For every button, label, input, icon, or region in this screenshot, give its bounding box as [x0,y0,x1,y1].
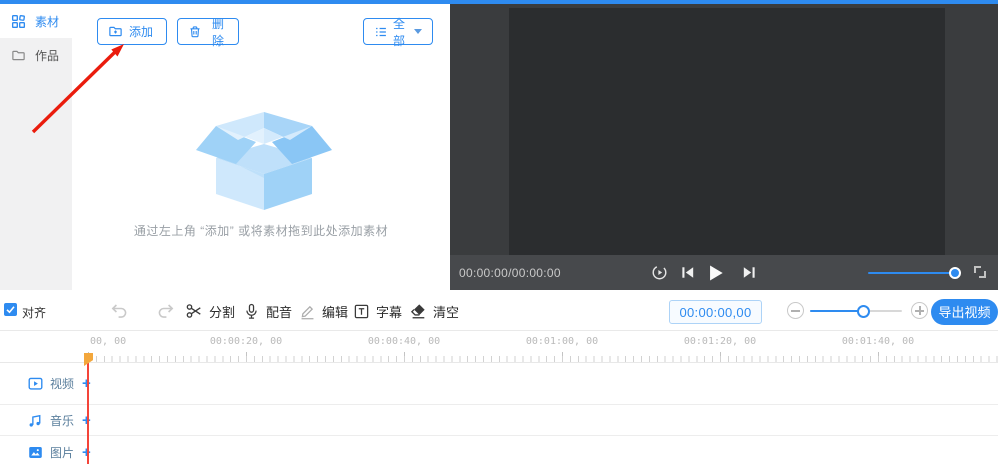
clear-tool[interactable]: 清空 [409,301,459,321]
track-name: 音乐 [50,413,75,428]
ruler-label: 00:00:40, 00 [367,336,441,347]
add-button-label: 添加 [129,25,154,39]
align-checkbox[interactable] [4,303,17,316]
dub-tool[interactable]: 配音 [243,301,292,321]
align-label: 对齐 [22,306,47,320]
image-track-label: 图片 + [27,444,91,461]
music-track-label: 音乐 + [27,412,91,429]
image-track-lane[interactable]: 图片 + [0,436,998,464]
eraser-icon [409,302,427,320]
redo-icon[interactable] [156,300,177,321]
playback-time: 00:00:00/00:00:00 [459,266,561,280]
video-track-label: 视频 + [27,375,91,392]
grid-icon [11,14,26,29]
subtitle-label: 字幕 [376,304,403,320]
scissors-icon [185,302,203,320]
empty-box-illustration [194,106,334,211]
video-track-icon [27,375,44,392]
image-track-icon [27,444,44,461]
filter-selected-label: 全部 [393,16,406,48]
ruler-label: 00:01:00, 00 [525,336,599,347]
edit-tool[interactable]: 编辑 [299,301,348,321]
music-track-icon [27,412,44,429]
ruler-label: 00:01:40, 00 [841,336,915,347]
loop-play-icon[interactable] [650,263,669,282]
annotation-arrow [31,44,124,134]
edit-label: 编辑 [322,304,349,320]
preview-panel: 00:00:00/00:00:00 [450,4,998,290]
pencil-icon [299,303,316,320]
delete-button-label: 删除 [211,16,224,48]
sidebar-item-label: 素材 [35,14,60,29]
dub-label: 配音 [266,304,293,320]
timeline-zoom-knob[interactable] [857,305,870,318]
clear-label: 清空 [433,304,460,320]
ruler-label: 00:00:20, 00 [209,336,283,347]
playhead-line [87,363,89,464]
timeline-ruler[interactable]: 00, 00 00:00:20, 00 00:00:40, 00 00:01:0… [0,331,998,363]
subtitle-icon [353,303,370,320]
fullscreen-icon[interactable] [974,266,986,278]
play-icon[interactable] [704,262,726,284]
timeline-toolbar: 对齐 分割 配音 编辑 字幕 清空 00:00:00,00 导出视频 [0,290,998,331]
timeline-zoom-slider-fill [810,310,862,312]
track-name: 图片 [50,445,75,460]
subtitle-tool[interactable]: 字幕 [353,301,402,321]
split-tool[interactable]: 分割 [185,301,235,321]
current-time-display[interactable]: 00:00:00,00 [669,300,762,324]
track-name: 视频 [50,377,75,391]
next-frame-icon[interactable] [740,263,759,282]
delete-button[interactable]: 删除 [177,17,239,48]
filter-dropdown[interactable]: 全部 [363,17,433,48]
music-track-lane[interactable]: 音乐 + [0,405,998,436]
sidebar-item-material[interactable]: 素材 [0,4,72,38]
timeline-area: 00, 00 00:00:20, 00 00:00:40, 00 00:01:0… [0,331,998,464]
ruler-minor-ticks [88,356,998,362]
volume-slider-knob[interactable] [949,267,961,279]
empty-state-hint: 通过左上角 “添加” 或将素材拖到此处添加素材 [133,224,389,238]
zoom-in-icon[interactable] [911,302,928,319]
list-filter-icon [374,25,388,39]
export-video-button[interactable]: 导出视频 [931,299,998,325]
volume-slider[interactable] [868,272,954,274]
ruler-label: 00, 00 [90,336,127,347]
zoom-out-icon[interactable] [787,302,804,319]
trash-icon [188,25,202,39]
split-label: 分割 [209,304,236,320]
video-frame [509,8,945,255]
chevron-down-icon [414,29,422,34]
microphone-icon [243,303,260,320]
video-track-lane[interactable]: 视频 + [0,363,998,405]
previous-frame-icon[interactable] [678,263,697,282]
video-editor-app: 素材 作品 添加 删除 全部 通过左上角 “添加” 或将素材拖到此处添加素材 0… [0,0,998,464]
playback-controls: 00:00:00/00:00:00 [450,255,998,290]
ruler-label: 00:01:20, 00 [683,336,757,347]
undo-icon[interactable] [108,300,129,321]
